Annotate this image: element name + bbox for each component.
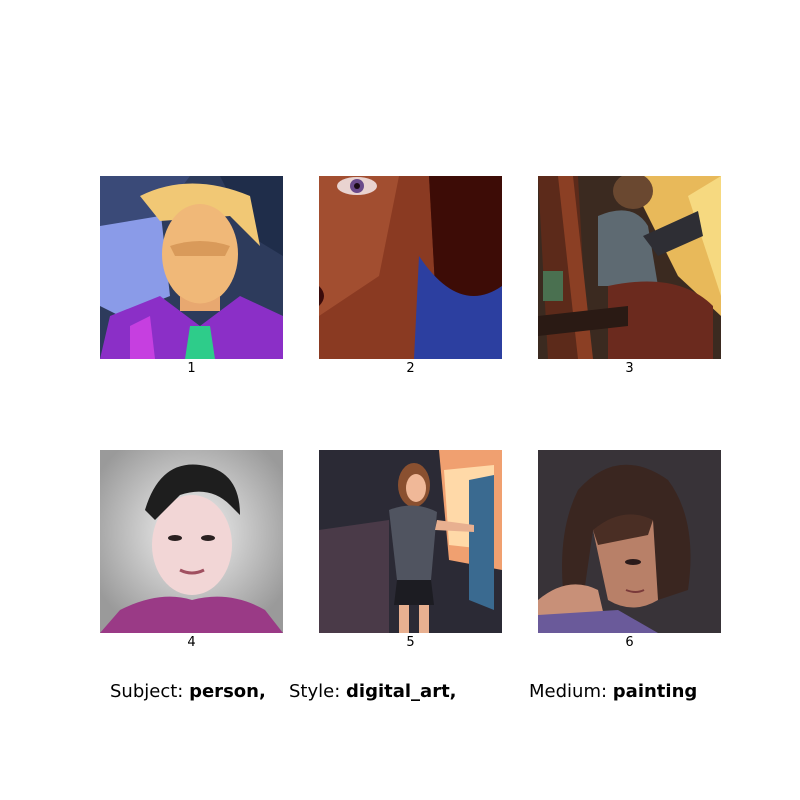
subject-value: person, bbox=[189, 681, 266, 702]
medium-value: painting bbox=[612, 681, 698, 702]
medium-label: Medium: bbox=[529, 681, 608, 702]
image-tile-3 bbox=[538, 176, 721, 359]
image-number-4: 4 bbox=[187, 635, 196, 650]
style-value: digital_art, bbox=[346, 681, 457, 702]
image-number-1: 1 bbox=[187, 361, 196, 376]
style-caption: Style: digital_art, bbox=[289, 681, 457, 703]
image-tile-5 bbox=[319, 450, 502, 633]
portrait-image-1 bbox=[100, 176, 283, 359]
image-number-2: 2 bbox=[406, 361, 415, 376]
portrait-image-5 bbox=[319, 450, 502, 633]
subject-caption: Subject: person, bbox=[110, 681, 266, 703]
portrait-image-3 bbox=[538, 176, 721, 359]
medium-caption: Medium: painting bbox=[529, 681, 697, 703]
subject-label: Subject: bbox=[110, 681, 184, 702]
image-number-5: 5 bbox=[406, 635, 415, 650]
image-tile-1 bbox=[100, 176, 283, 359]
style-label: Style: bbox=[289, 681, 341, 702]
portrait-image-2 bbox=[319, 176, 502, 359]
image-number-3: 3 bbox=[625, 361, 634, 376]
image-tile-6 bbox=[538, 450, 721, 633]
image-tile-2 bbox=[319, 176, 502, 359]
image-tile-4 bbox=[100, 450, 283, 633]
portrait-image-4 bbox=[100, 450, 283, 633]
image-number-6: 6 bbox=[625, 635, 634, 650]
portrait-image-6 bbox=[538, 450, 721, 633]
